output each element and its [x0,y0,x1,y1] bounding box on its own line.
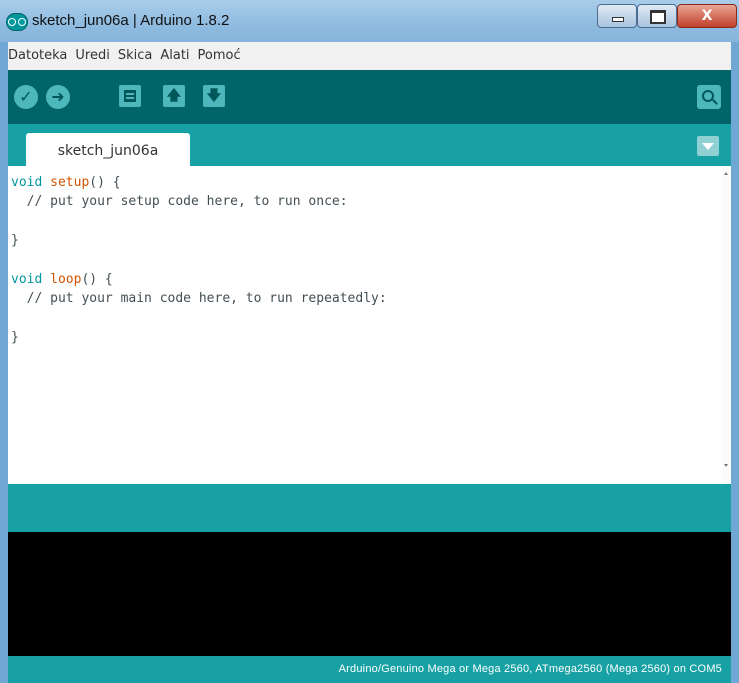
tab-sketch[interactable]: sketch_jun06a [26,133,190,166]
menu-bar: Datoteka Uredi Skica Alati Pomoć [8,42,731,71]
checkmark-icon: ✓ [19,87,33,106]
right-arrow-icon: ➜ [51,87,65,106]
editor-scrollbar[interactable] [722,166,731,484]
minimize-button[interactable] [597,4,637,28]
console-output[interactable] [8,532,731,656]
code-comment: // put your setup code here, to run once… [11,194,348,210]
menu-alati[interactable]: Alati [160,42,189,70]
menu-datoteka[interactable]: Datoteka [8,42,67,70]
code-line: } [11,233,19,249]
tab-strip: sketch_jun06a [8,124,731,166]
upload-button[interactable]: ➜ [46,85,70,109]
board-info: Arduino/Genuino Mega or Mega 2560, ATmeg… [338,663,722,675]
up-arrow-icon: 🡅 [166,88,182,104]
new-sketch-button[interactable] [119,85,141,107]
code-comment: // put your main code here, to run repea… [11,291,387,307]
tab-label: sketch_jun06a [57,143,159,159]
code-editor[interactable]: void setup() { // put your setup code he… [8,166,731,484]
close-button[interactable]: X [677,4,737,28]
maximize-button[interactable] [637,4,677,28]
menu-uredi[interactable]: Uredi [75,42,109,70]
window-title: sketch_jun06a | Arduino 1.8.2 [32,12,230,29]
verify-button[interactable]: ✓ [14,85,38,109]
open-button[interactable]: 🡅 [163,85,185,107]
menu-pomoc[interactable]: Pomoć [198,42,241,70]
tab-menu-button[interactable] [697,136,719,156]
new-file-icon [124,90,136,102]
menu-skica[interactable]: Skica [118,42,153,70]
title-bar: sketch_jun06a | Arduino 1.8.2 X [0,0,739,42]
close-icon: X [701,8,713,24]
arduino-infinity-icon [6,13,28,31]
scroll-up-icon[interactable] [724,172,728,175]
code-text[interactable]: void setup() { // put your setup code he… [11,173,387,348]
message-area [8,484,731,532]
code-line: void loop() { [11,272,113,288]
board-status-bar: Arduino/Genuino Mega or Mega 2560, ATmeg… [8,656,731,683]
scroll-down-icon[interactable] [724,464,728,467]
code-line: } [11,330,19,346]
save-button[interactable]: 🡇 [203,85,225,107]
code-line: void setup() { [11,175,121,190]
down-arrow-icon: 🡇 [206,88,222,104]
serial-monitor-button[interactable] [697,85,721,109]
toolbar: ✓ ➜ 🡅 🡇 [8,70,731,124]
